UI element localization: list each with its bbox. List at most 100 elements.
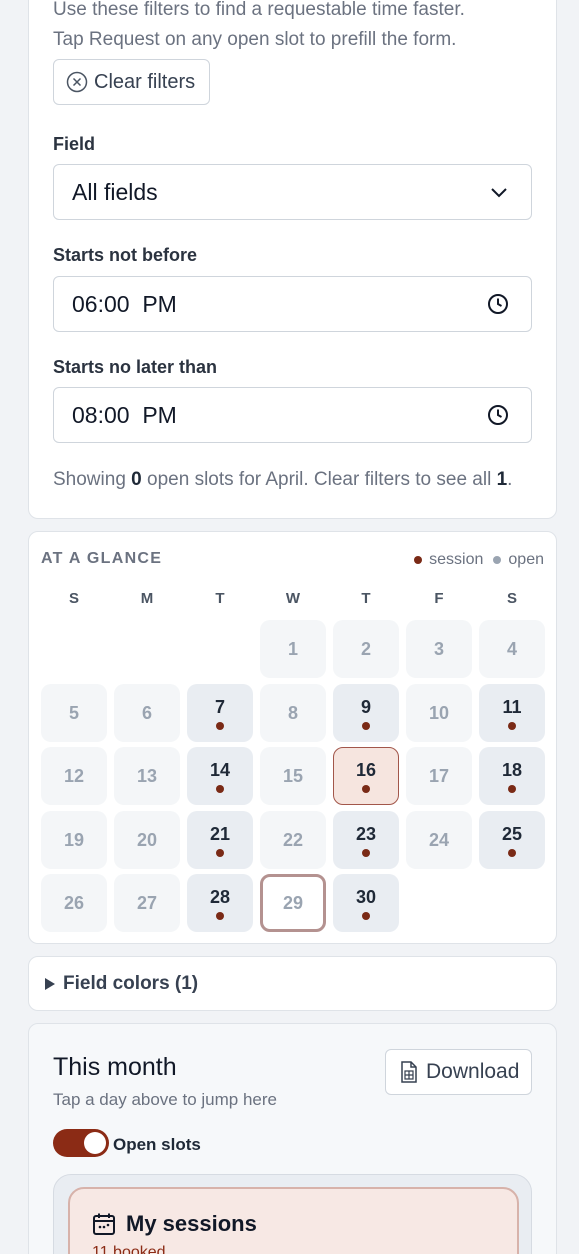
day-number: 14 <box>209 759 231 780</box>
calendar-day-5[interactable]: 5 <box>41 684 107 742</box>
calendar-day-2[interactable]: 2 <box>333 620 399 678</box>
legend-session: session <box>414 551 483 569</box>
my-sessions-title: My sessions <box>126 1211 257 1236</box>
day-number: 20 <box>136 829 158 850</box>
session-dot-icon <box>414 556 423 564</box>
calendar-day-10[interactable]: 10 <box>406 684 472 742</box>
filters-intro-line1: Use these filters to find a requestable … <box>53 0 465 20</box>
session-dot-icon <box>216 848 224 857</box>
day-number: 26 <box>63 892 85 913</box>
calendar-day-7[interactable]: 7 <box>187 684 253 742</box>
day-number: 27 <box>136 892 158 913</box>
day-number: 25 <box>501 823 523 844</box>
open-dot-icon <box>493 556 502 564</box>
calendar-day-21[interactable]: 21 <box>187 811 253 869</box>
calendar-day-17[interactable]: 17 <box>406 747 472 805</box>
session-dot-icon <box>216 721 224 730</box>
open-slots-toggle[interactable] <box>53 1129 109 1157</box>
sessions-count: 11 booked <box>92 1244 166 1254</box>
clock-icon[interactable] <box>487 293 509 315</box>
filters-card: Use these filters to find a requestable … <box>28 0 557 519</box>
calendar-day-6[interactable]: 6 <box>114 684 180 742</box>
calendar-day-20[interactable]: 20 <box>114 811 180 869</box>
day-number: 6 <box>141 702 152 723</box>
day-number: 11 <box>502 696 522 717</box>
session-dot-icon <box>508 848 516 857</box>
legend-open-label: open <box>508 551 544 568</box>
field-colors-disclosure[interactable]: Field colors (1) <box>28 956 557 1011</box>
summary-post: . <box>507 469 513 490</box>
disclosure-triangle-icon <box>45 978 55 990</box>
session-dot-icon <box>362 721 370 730</box>
calendar-day-27[interactable]: 27 <box>114 874 180 932</box>
toggle-knob <box>84 1132 106 1154</box>
calendar-day-19[interactable]: 19 <box>41 811 107 869</box>
open-slots-label: Open slots <box>113 1135 201 1154</box>
field-select-value: All fields <box>72 178 158 205</box>
calendar-day-9[interactable]: 9 <box>333 684 399 742</box>
day-number: 9 <box>360 696 371 717</box>
calendar-day-1[interactable]: 1 <box>260 620 326 678</box>
legend-session-label: session <box>429 551 484 568</box>
session-dot-icon <box>216 784 224 793</box>
session-dot-icon <box>508 784 516 793</box>
field-select[interactable]: All fields <box>53 164 532 220</box>
calendar-day-3[interactable]: 3 <box>406 620 472 678</box>
clear-filters-label: Clear filters <box>94 70 196 93</box>
calendar-day-13[interactable]: 13 <box>114 747 180 805</box>
calendar-icon <box>93 1213 115 1235</box>
day-number: 29 <box>282 892 304 913</box>
clear-filters-button[interactable]: Clear filters <box>53 59 210 105</box>
field-colors-summary[interactable]: Field colors (1) <box>45 973 198 995</box>
calendar-day-11[interactable]: 11 <box>479 684 545 742</box>
calendar-day-28[interactable]: 28 <box>187 874 253 932</box>
day-number: 21 <box>209 823 231 844</box>
start-time-label: Starts not before <box>53 245 198 265</box>
calendar-day-26[interactable]: 26 <box>41 874 107 932</box>
my-sessions-heading: My sessions <box>92 1211 257 1237</box>
calendar-day-29[interactable]: 29 <box>260 874 326 932</box>
download-button[interactable]: Download <box>385 1049 532 1095</box>
day-number: 7 <box>214 696 225 717</box>
legend-open: open <box>493 551 544 569</box>
summary-total: 1 <box>496 469 508 490</box>
session-dot-icon <box>362 911 370 920</box>
calendar-day-24[interactable]: 24 <box>406 811 472 869</box>
field-label: Field <box>53 134 96 154</box>
session-dot-icon <box>362 784 370 793</box>
start-time-value: 06:00 PM <box>72 290 177 317</box>
calendar-day-15[interactable]: 15 <box>260 747 326 805</box>
filters-intro: Use these filters to find a requestable … <box>53 0 533 55</box>
calendar-day-16[interactable]: 16 <box>333 747 399 805</box>
day-number: 23 <box>355 823 377 844</box>
summary-mid: open slots for April. Clear filters to s… <box>141 469 497 490</box>
end-time-input[interactable]: 08:00 PM <box>53 387 532 443</box>
calendar-day-8[interactable]: 8 <box>260 684 326 742</box>
weekday-header: S <box>68 590 79 607</box>
day-number: 4 <box>506 638 517 659</box>
calendar-day-23[interactable]: 23 <box>333 811 399 869</box>
weekday-header: M <box>140 590 154 607</box>
day-number: 2 <box>360 638 371 659</box>
chevron-down-icon <box>491 188 507 198</box>
calendar-day-22[interactable]: 22 <box>260 811 326 869</box>
day-number: 30 <box>355 886 377 907</box>
calendar-day-30[interactable]: 30 <box>333 874 399 932</box>
download-label: Download <box>426 1060 520 1083</box>
summary-pre: Showing <box>53 469 132 490</box>
month-subtitle: Tap a day above to jump here <box>53 1090 277 1109</box>
calendar-day-12[interactable]: 12 <box>41 747 107 805</box>
filter-summary: Showing 0 open slots for April. Clear fi… <box>53 469 512 491</box>
calendar-day-14[interactable]: 14 <box>187 747 253 805</box>
my-sessions-card[interactable]: My sessions 11 booked <box>68 1187 519 1254</box>
calendar-day-25[interactable]: 25 <box>479 811 545 869</box>
clock-icon[interactable] <box>487 404 509 426</box>
month-title: This month <box>53 1053 177 1081</box>
calendar-day-4[interactable]: 4 <box>479 620 545 678</box>
spreadsheet-icon <box>401 1061 417 1083</box>
day-number: 1 <box>287 638 298 659</box>
start-time-input[interactable]: 06:00 PM <box>53 276 532 332</box>
day-number: 5 <box>68 702 79 723</box>
calendar-day-18[interactable]: 18 <box>479 747 545 805</box>
day-number: 17 <box>428 765 450 786</box>
